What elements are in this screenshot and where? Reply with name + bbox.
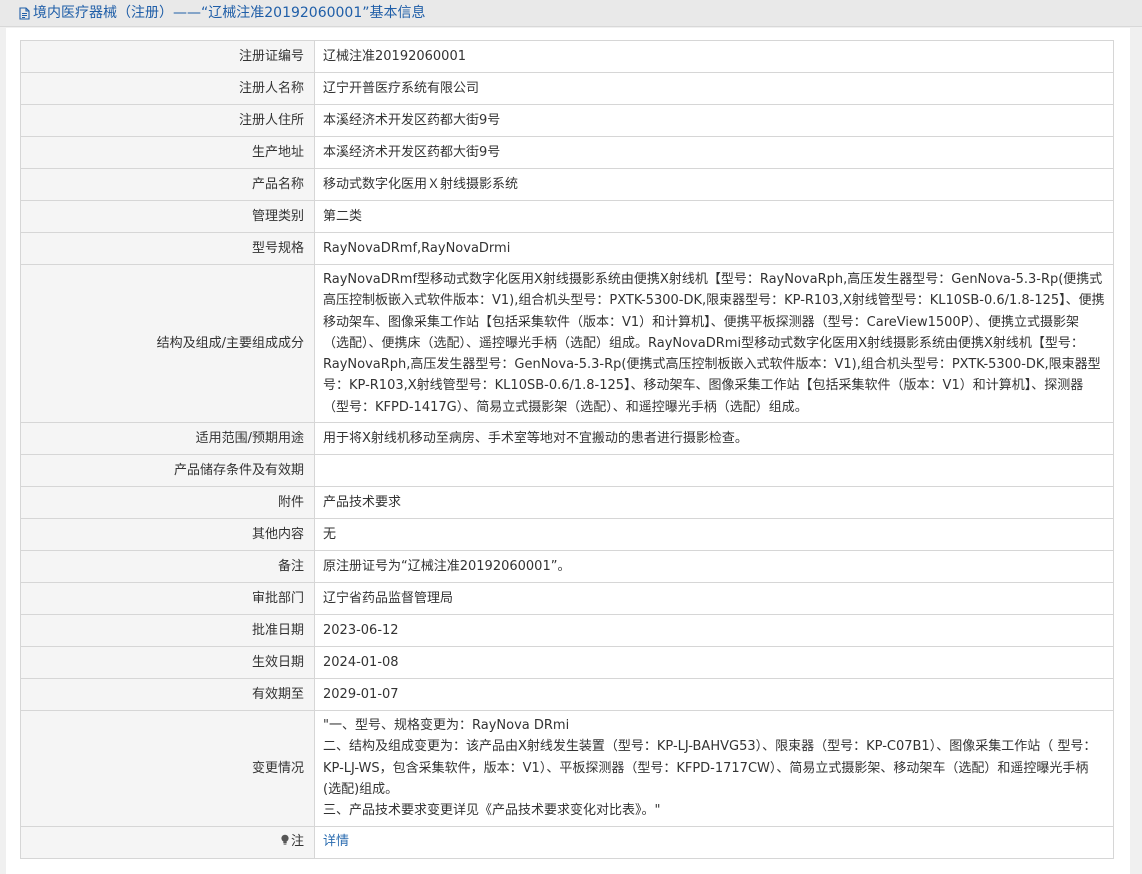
note-label-cell: 注 <box>20 825 315 859</box>
page-header: 境内医疗器械（注册）——“辽械注准20192060001”基本信息 <box>0 0 1142 27</box>
row-value: RayNovaDRmf型移动式数字化医用X射线摄影系统由便携X射线机【型号：Ra… <box>314 263 1114 424</box>
row-label: 有效期至 <box>20 678 315 712</box>
table-row: 备注 原注册证号为“辽械注准20192060001”。 <box>20 550 1114 584</box>
row-value: 产品技术要求 <box>314 486 1114 520</box>
row-value: 第二类 <box>314 200 1114 233</box>
table-row: 注册人住所 本溪经济术开发区药都大街9号 <box>20 104 1114 137</box>
row-value: 2029-01-07 <box>314 678 1114 712</box>
info-table: 注册证编号 辽械注准20192060001 注册人名称 辽宁开普医疗系统有限公司 注… <box>20 40 1114 859</box>
details-link[interactable]: 详情 <box>323 834 349 849</box>
table-row: 产品储存条件及有效期 <box>20 454 1114 488</box>
row-value <box>314 454 1114 488</box>
row-value: "一、型号、规格变更为：RayNova DRmi 二、结构及组成变更为：该产品由… <box>314 710 1114 827</box>
row-label: 结构及组成/主要组成成分 <box>20 263 315 424</box>
row-value: 辽宁省药品监督管理局 <box>314 582 1114 616</box>
row-label: 管理类别 <box>20 200 315 233</box>
row-value: 本溪经济术开发区药都大街9号 <box>314 104 1114 137</box>
table-row: 变更情况 "一、型号、规格变更为：RayNova DRmi 二、结构及组成变更为：… <box>20 710 1114 827</box>
row-label: 审批部门 <box>20 582 315 616</box>
table-row: 其他内容无 <box>20 518 1114 552</box>
row-value: 辽械注准20192060001 <box>314 40 1114 73</box>
row-value: 辽宁开普医疗系统有限公司 <box>314 72 1114 105</box>
note-value: 详情 <box>314 825 1114 859</box>
document-icon <box>19 6 30 20</box>
row-value: 用于将X射线机移动至病房、手术室等地对不宜搬动的患者进行摄影检查。 <box>314 422 1114 456</box>
lightbulb-icon <box>281 835 289 846</box>
table-row: 生产地址 本溪经济术开发区药都大街9号 <box>20 136 1114 169</box>
row-label: 备注 <box>20 550 315 584</box>
row-label: 产品储存条件及有效期 <box>20 454 315 488</box>
table-row: 注 详情 <box>20 825 1114 859</box>
row-label: 生效日期 <box>20 646 315 680</box>
table-row: 结构及组成/主要组成成分 RayNovaDRmf型移动式数字化医用X射线摄影系统由… <box>20 263 1114 424</box>
table-row: 批准日期 2023-06-12 <box>20 614 1114 648</box>
row-label: 产品名称 <box>20 168 315 201</box>
row-label: 适用范围/预期用途 <box>20 422 315 456</box>
row-label: 注册证编号 <box>20 40 315 73</box>
page-title: 境内医疗器械（注册）——“辽械注准20192060001”基本信息 <box>33 5 426 21</box>
table-row: 注册证编号 辽械注准20192060001 <box>20 40 1114 73</box>
row-label: 批准日期 <box>20 614 315 648</box>
table-row: 管理类别 第二类 <box>20 200 1114 233</box>
row-label: 变更情况 <box>20 710 315 827</box>
row-label: 注册人名称 <box>20 72 315 105</box>
row-value: 移动式数字化医用Ｘ射线摄影系统 <box>314 168 1114 201</box>
row-label: 其他内容 <box>20 518 315 552</box>
row-value: 2024-01-08 <box>314 646 1114 680</box>
table-row: 型号规格 RayNovaDRmf,RayNovaDrmi <box>20 232 1114 265</box>
row-value: 本溪经济术开发区药都大街9号 <box>314 136 1114 169</box>
table-row: 有效期至 2029-01-07 <box>20 678 1114 712</box>
row-label: 附件 <box>20 486 315 520</box>
row-value: RayNovaDRmf,RayNovaDrmi <box>314 232 1114 265</box>
table-row: 附件 产品技术要求 <box>20 486 1114 520</box>
table-row: 适用范围/预期用途 用于将X射线机移动至病房、手术室等地对不宜搬动的患者进行摄影检… <box>20 422 1114 456</box>
row-label: 型号规格 <box>20 232 315 265</box>
note-label: 注 <box>290 834 304 850</box>
table-row: 审批部门 辽宁省药品监督管理局 <box>20 582 1114 616</box>
detail-panel: 注册证编号 辽械注准20192060001 注册人名称 辽宁开普医疗系统有限公司 注… <box>6 28 1130 874</box>
row-label: 注册人住所 <box>20 104 315 137</box>
row-value: 无 <box>314 518 1114 552</box>
table-row: 产品名称 移动式数字化医用Ｘ射线摄影系统 <box>20 168 1114 201</box>
table-row: 生效日期 2024-01-08 <box>20 646 1114 680</box>
row-label: 生产地址 <box>20 136 315 169</box>
row-value: 原注册证号为“辽械注准20192060001”。 <box>314 550 1114 584</box>
table-row: 注册人名称 辽宁开普医疗系统有限公司 <box>20 72 1114 105</box>
row-value: 2023-06-12 <box>314 614 1114 648</box>
